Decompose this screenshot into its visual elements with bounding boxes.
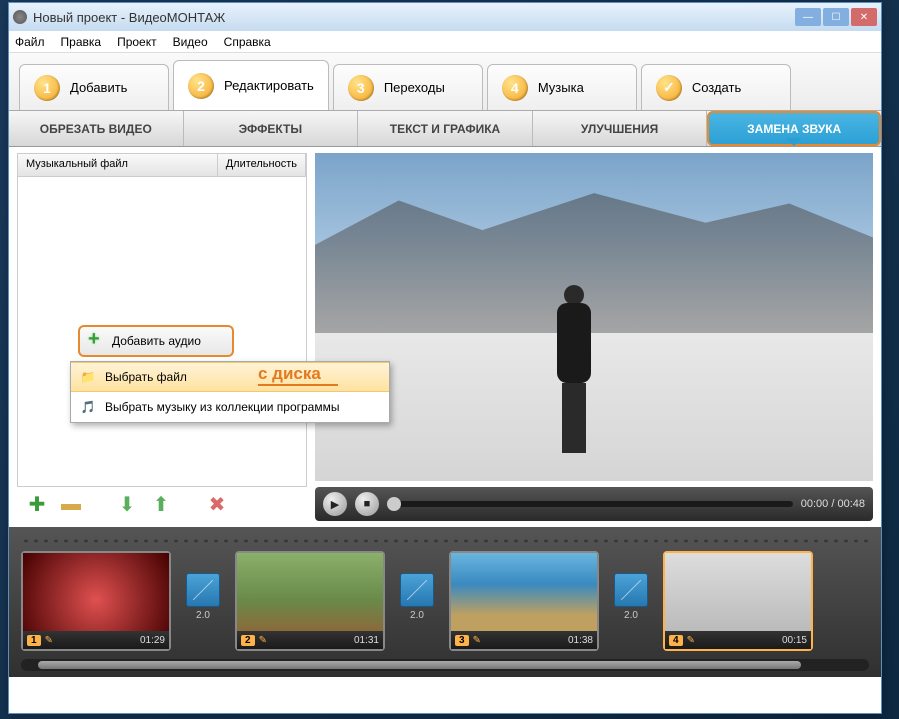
clip-3[interactable]: 3✎01:38 (449, 551, 599, 651)
step-music[interactable]: 4Музыка (487, 64, 637, 110)
stop-button[interactable]: ■ (355, 492, 379, 516)
step-transitions[interactable]: 3Переходы (333, 64, 483, 110)
menu-help[interactable]: Справка (224, 35, 271, 49)
transition-1[interactable]: 2.0 (185, 573, 221, 629)
app-icon (13, 10, 27, 24)
popup-choose-collection[interactable]: 🎵 Выбрать музыку из коллекции программы (71, 392, 389, 422)
player-time: 00:00 / 00:48 (801, 498, 865, 510)
col-file: Музыкальный файл (18, 154, 218, 176)
window-title: Новый проект - ВидеоМОНТАЖ (33, 10, 225, 25)
edit-icon: ✎ (259, 635, 267, 646)
video-preview[interactable] (315, 153, 873, 481)
step-add[interactable]: 1Добавить (19, 64, 169, 110)
subtab-effects[interactable]: ЭФФЕКТЫ (184, 111, 359, 146)
subtab-enhance[interactable]: УЛУЧШЕНИЯ (533, 111, 708, 146)
list-delete-button[interactable]: ✖ (205, 492, 229, 516)
maximize-button[interactable]: ☐ (823, 8, 849, 26)
timeline-scrollbar[interactable] (21, 659, 869, 671)
annotation-from-disk: с диска (258, 364, 338, 386)
step-create[interactable]: Создать (641, 64, 791, 110)
folder-icon: 📁 (79, 368, 97, 386)
clip-1[interactable]: 1✎01:29 (21, 551, 171, 651)
minimize-button[interactable]: — (795, 8, 821, 26)
preview-pane: ▶ ■ 00:00 / 00:48 (315, 153, 873, 521)
audio-list-pane: Музыкальный файл Длительность + Добавить… (17, 153, 307, 521)
play-button[interactable]: ▶ (323, 492, 347, 516)
menu-project[interactable]: Проект (117, 35, 157, 49)
list-move-up-button[interactable]: ⬆ (149, 492, 173, 516)
timeline: 1✎01:29 2.0 2✎01:31 2.0 3✎01:38 2.0 4✎00… (9, 527, 881, 677)
edit-subtabs: ОБРЕЗАТЬ ВИДЕО ЭФФЕКТЫ ТЕКСТ И ГРАФИКА У… (9, 111, 881, 147)
close-button[interactable]: ✕ (851, 8, 877, 26)
menubar: Файл Правка Проект Видео Справка (9, 31, 881, 53)
list-add-button[interactable]: ✚ (25, 492, 49, 516)
app-window: Новый проект - ВидеоМОНТАЖ — ☐ ✕ Файл Пр… (8, 2, 882, 714)
music-note-icon: 🎵 (79, 398, 97, 416)
subtab-crop[interactable]: ОБРЕЗАТЬ ВИДЕО (9, 111, 184, 146)
transition-2[interactable]: 2.0 (399, 573, 435, 629)
menu-edit[interactable]: Правка (61, 35, 102, 49)
audio-list-header: Музыкальный файл Длительность (17, 153, 307, 177)
seek-slider[interactable] (387, 501, 793, 507)
transition-3[interactable]: 2.0 (613, 573, 649, 629)
menu-file[interactable]: Файл (15, 35, 45, 49)
titlebar: Новый проект - ВидеоМОНТАЖ — ☐ ✕ (9, 3, 881, 31)
popup-choose-file[interactable]: 📁 Выбрать файл (71, 362, 389, 392)
add-audio-button[interactable]: + Добавить аудио (78, 325, 234, 357)
plus-icon: + (88, 332, 106, 350)
step-edit[interactable]: 2Редактировать (173, 60, 329, 110)
edit-icon: ✎ (687, 635, 695, 646)
list-remove-button[interactable]: ▬ (59, 492, 83, 516)
clip-2[interactable]: 2✎01:31 (235, 551, 385, 651)
player-controls: ▶ ■ 00:00 / 00:48 (315, 487, 873, 521)
subtab-text[interactable]: ТЕКСТ И ГРАФИКА (358, 111, 533, 146)
col-duration: Длительность (218, 154, 306, 176)
step-tabs: 1Добавить 2Редактировать 3Переходы 4Музы… (9, 53, 881, 111)
list-move-down-button[interactable]: ⬇ (115, 492, 139, 516)
edit-icon: ✎ (473, 635, 481, 646)
add-audio-popup: 📁 Выбрать файл 🎵 Выбрать музыку из колле… (70, 361, 390, 423)
list-toolbar: ✚ ▬ ⬇ ⬆ ✖ (17, 487, 307, 521)
edit-icon: ✎ (45, 635, 53, 646)
menu-video[interactable]: Видео (173, 35, 208, 49)
audio-list-body: + Добавить аудио с диска 📁 Выбрать файл … (17, 177, 307, 487)
subtab-audio-replace[interactable]: ЗАМЕНА ЗВУКА (707, 111, 881, 146)
clip-4[interactable]: 4✎00:15 (663, 551, 813, 651)
